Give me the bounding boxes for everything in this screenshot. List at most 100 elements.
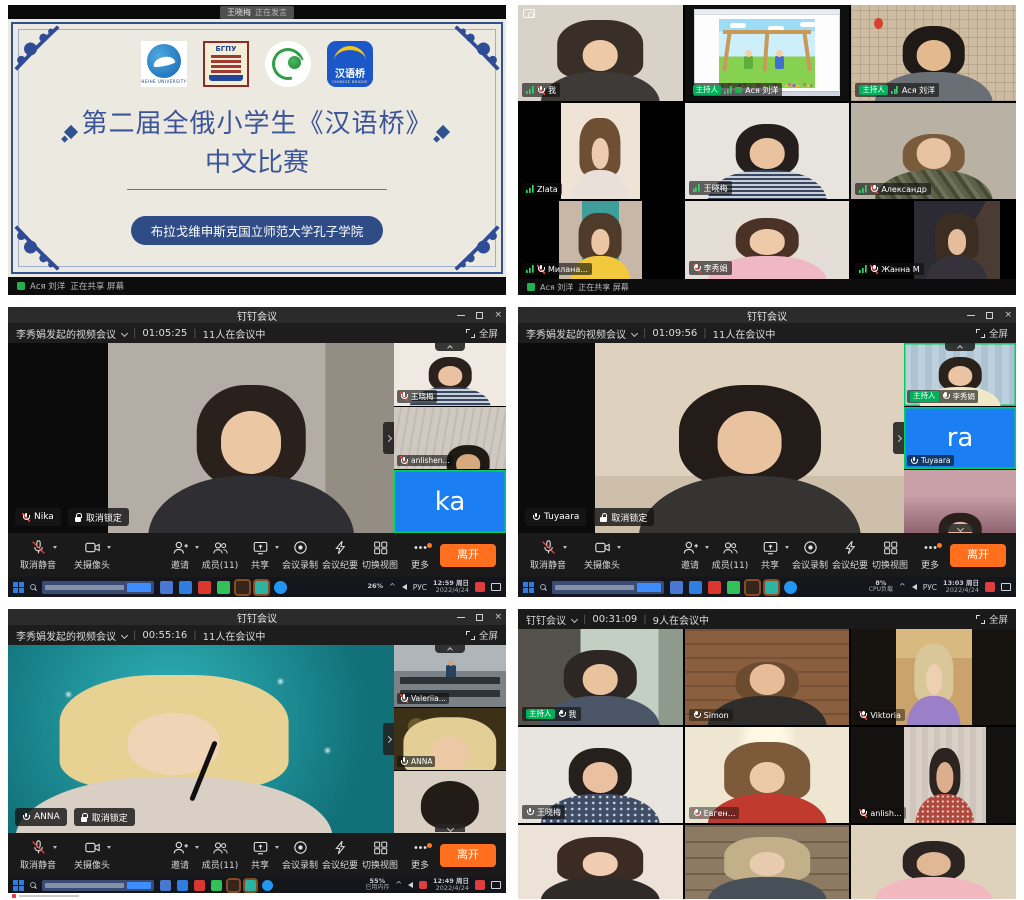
taskbar-app-icon-active[interactable]	[255, 581, 268, 594]
mute-button[interactable]: 取消静音	[18, 840, 58, 871]
mute-options-caret[interactable]	[53, 846, 57, 851]
video-tile[interactable]	[518, 825, 683, 899]
taskbar-search[interactable]	[42, 880, 154, 891]
maximize-button[interactable]	[476, 312, 483, 319]
video-tile[interactable]: anlish...	[851, 727, 1016, 823]
taskbar-app-icon[interactable]	[211, 880, 222, 891]
unlock-button[interactable]: 取消锁定	[74, 808, 135, 826]
invite-options-caret[interactable]	[195, 546, 199, 551]
video-tile[interactable]: 王晓梅	[685, 103, 850, 199]
taskbar-app-icon[interactable]	[198, 581, 211, 594]
minimize-button[interactable]	[967, 315, 975, 316]
switch-view-button[interactable]: 切换视图	[360, 840, 400, 871]
video-tile[interactable]: Viktoria	[851, 629, 1016, 725]
tray-expand-icon[interactable]: ^	[389, 583, 396, 591]
camera-button[interactable]: 关摄像头	[582, 540, 622, 571]
main-stage-video[interactable]: ANNA 取消锁定	[8, 645, 394, 833]
notification-badge[interactable]	[475, 582, 485, 592]
notification-badge[interactable]	[475, 880, 485, 890]
video-tile[interactable]: Simon	[685, 629, 850, 725]
unlock-button[interactable]: 取消锁定	[593, 508, 654, 526]
taskbar-app-icon-active[interactable]	[236, 581, 249, 594]
sidebar-collapse-handle[interactable]	[945, 343, 975, 351]
video-tile[interactable]: 李秀娟	[685, 201, 850, 279]
taskbar-clock[interactable]: 12:59 周日2022/4/24	[433, 580, 469, 595]
record-button[interactable]: 会议录制	[280, 540, 320, 571]
unlock-button[interactable]: 取消锁定	[68, 508, 129, 526]
taskbar-app-icon[interactable]	[784, 581, 797, 594]
camera-button[interactable]: 关摄像头	[72, 840, 112, 871]
camera-options-caret[interactable]	[617, 546, 621, 551]
sidebar-collapse-handle[interactable]	[435, 343, 465, 351]
chat-icon[interactable]	[491, 881, 501, 889]
language-indicator[interactable]: РУС	[413, 583, 427, 592]
mute-button[interactable]: 取消静音	[528, 540, 568, 571]
volume-icon[interactable]	[912, 584, 917, 590]
video-tile[interactable]: 我	[518, 5, 683, 101]
sidebar-expand-handle[interactable]	[893, 422, 904, 454]
switch-view-button[interactable]: 切换视图	[360, 540, 400, 571]
chevron-down-icon[interactable]	[631, 329, 638, 336]
start-button[interactable]	[523, 582, 534, 593]
camera-flip-icon[interactable]	[523, 9, 535, 18]
sidebar-scroll-down[interactable]	[435, 824, 465, 832]
taskbar-app-icon[interactable]	[194, 880, 205, 891]
taskbar-app-icon[interactable]	[160, 581, 173, 594]
mute-options-caret[interactable]	[53, 546, 57, 551]
video-tile[interactable]	[851, 825, 1016, 899]
taskbar-clock[interactable]: 12:49 周日2022/4/24	[433, 878, 469, 893]
taskbar-app-icon[interactable]	[689, 581, 702, 594]
taskbar-app-icon[interactable]	[708, 581, 721, 594]
video-tile[interactable]: Александр	[851, 103, 1016, 199]
meeting-name[interactable]: 钉钉会议	[526, 612, 566, 627]
share-options-caret[interactable]	[275, 546, 279, 551]
video-tile[interactable]: Евген...	[685, 727, 850, 823]
sidebar-video-tile[interactable]: Valeriia...	[394, 645, 506, 707]
video-tile[interactable]	[685, 825, 850, 899]
volume-icon[interactable]	[408, 882, 413, 888]
minutes-button[interactable]: 会议纪要	[320, 540, 360, 571]
taskbar-search[interactable]	[552, 581, 664, 594]
notification-badge[interactable]	[419, 881, 427, 889]
taskbar-app-icon[interactable]	[727, 581, 740, 594]
invite-button[interactable]: 邀请	[670, 540, 710, 571]
sidebar-video-tile-initials[interactable]: ka	[394, 470, 506, 533]
sidebar-scroll-down[interactable]	[945, 524, 975, 532]
video-tile[interactable]: 王晓梅	[518, 727, 683, 823]
chat-icon[interactable]	[491, 583, 501, 591]
language-indicator[interactable]: РУС	[923, 583, 937, 592]
record-button[interactable]: 会议录制	[280, 840, 320, 871]
minimize-button[interactable]	[457, 315, 465, 316]
close-button[interactable]: ×	[494, 311, 502, 320]
taskbar-app-icon-active[interactable]	[765, 581, 778, 594]
members-button[interactable]: 成员(11)	[200, 540, 240, 571]
camera-options-caret[interactable]	[107, 846, 111, 851]
members-button[interactable]: 成员(11)	[710, 540, 750, 571]
meeting-name[interactable]: 李秀娟发起的视频会议	[16, 628, 116, 643]
video-tile[interactable]: Жанна М	[851, 201, 1016, 279]
sidebar-video-tile[interactable]	[904, 470, 1016, 533]
invite-options-caret[interactable]	[195, 846, 199, 851]
taskbar-app-icon[interactable]	[177, 880, 188, 891]
main-stage-video[interactable]: Tuyaara 取消锁定	[518, 343, 904, 533]
share-options-caret[interactable]	[785, 546, 789, 551]
taskbar-clock[interactable]: 13:03 周日2022/4/24	[943, 580, 979, 595]
sidebar-video-tile[interactable]: ANNA	[394, 708, 506, 770]
mute-button[interactable]: 取消静音	[18, 540, 58, 571]
sidebar-collapse-handle[interactable]	[435, 645, 465, 653]
leave-button[interactable]: 离开	[440, 544, 496, 567]
camera-options-caret[interactable]	[107, 546, 111, 551]
leave-button[interactable]: 离开	[950, 544, 1006, 567]
sidebar-expand-handle[interactable]	[383, 723, 394, 755]
camera-button[interactable]: 关摄像头	[72, 540, 112, 571]
video-tile[interactable]: Zlata	[518, 103, 683, 199]
chevron-down-icon[interactable]	[571, 615, 578, 622]
sidebar-expand-handle[interactable]	[383, 422, 394, 454]
taskbar-app-icon[interactable]	[179, 581, 192, 594]
chat-icon[interactable]	[1001, 583, 1011, 591]
invite-button[interactable]: 邀请	[160, 840, 200, 871]
fullscreen-button[interactable]: 全屏	[466, 326, 498, 340]
sidebar-video-tile[interactable]: 主持人李秀娟	[904, 343, 1016, 406]
video-tile-screenshare[interactable]: 主持人Ася 刘洋	[685, 5, 850, 101]
tray-expand-icon[interactable]: ^	[395, 881, 402, 889]
